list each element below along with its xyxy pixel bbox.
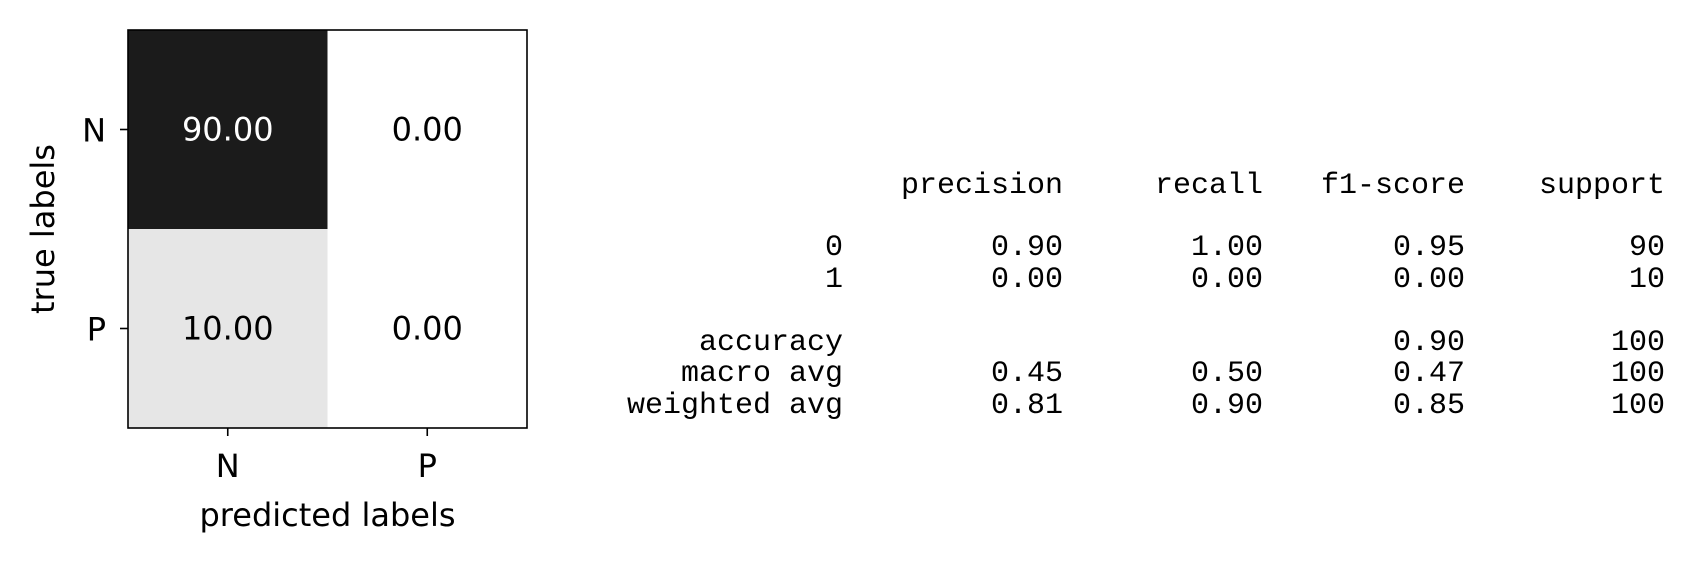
report-cell-value: 100 xyxy=(1611,326,1665,360)
x-axis-ticks: NP xyxy=(216,428,437,485)
report-cell-value: 0.00 xyxy=(991,263,1063,297)
report-cell-value: 0.50 xyxy=(1191,357,1263,391)
report-column-header: recall xyxy=(1155,169,1263,203)
report-column-header: support xyxy=(1539,169,1665,203)
report-cell-value: 0.00 xyxy=(1191,263,1263,297)
report-cell-value: 10 xyxy=(1629,263,1665,297)
heatmap-cell-value: 10.00 xyxy=(182,310,274,348)
report-cell-value: 0.85 xyxy=(1393,389,1465,423)
confusion-matrix: 90.00 0.0010.00 0.00 NP NP predicted label… xyxy=(24,29,528,534)
report-cell-value: 0.90 xyxy=(1393,326,1465,360)
report-cell-value: 1.00 xyxy=(1191,231,1263,265)
report-column-header: f1-score xyxy=(1321,169,1465,203)
y-axis-ticks: NP xyxy=(82,112,128,349)
x-tick-label: P xyxy=(418,447,437,485)
y-tick-label: P xyxy=(87,311,106,349)
report-cell-value: 90 xyxy=(1629,231,1665,265)
heatmap-cells: 90.00 0.00 10.00 0.00 xyxy=(128,30,527,428)
heatmap-cell-value: 90.00 xyxy=(182,111,274,149)
report-cell-value: 100 xyxy=(1611,389,1665,423)
report-cell-value: 0.81 xyxy=(991,389,1063,423)
report-cell-value: 0.00 xyxy=(1393,263,1465,297)
report-row-label: macro avg xyxy=(681,357,843,391)
report-row-label: 0 xyxy=(825,231,843,265)
x-tick-label: N xyxy=(216,447,240,485)
report-cell-value: 0.47 xyxy=(1393,357,1465,391)
report-cell-value: 0.95 xyxy=(1393,231,1465,265)
heatmap-cell-value: 0.00 xyxy=(392,111,463,149)
report-cell-value: 0.90 xyxy=(991,231,1063,265)
y-axis-label: true labels xyxy=(24,144,62,314)
classification-report: precision recall f1-score support0 0.90 1.00 0… xyxy=(627,169,1665,423)
y-tick-label: N xyxy=(82,112,106,150)
figure-canvas: 90.00 0.0010.00 0.00 NP NP predicted label… xyxy=(24,29,1665,534)
heatmap-cell-value: 0.00 xyxy=(392,310,463,348)
report-row-label: weighted avg xyxy=(627,389,843,423)
report-cell-value: 0.45 xyxy=(991,357,1063,391)
report-row-label: accuracy xyxy=(699,326,843,360)
report-row-label: 1 xyxy=(825,263,843,297)
report-cell-value: 100 xyxy=(1611,357,1665,391)
report-column-header: precision xyxy=(901,169,1063,203)
report-cell-value: 0.90 xyxy=(1191,389,1263,423)
x-axis-label: predicted labels xyxy=(199,496,455,534)
